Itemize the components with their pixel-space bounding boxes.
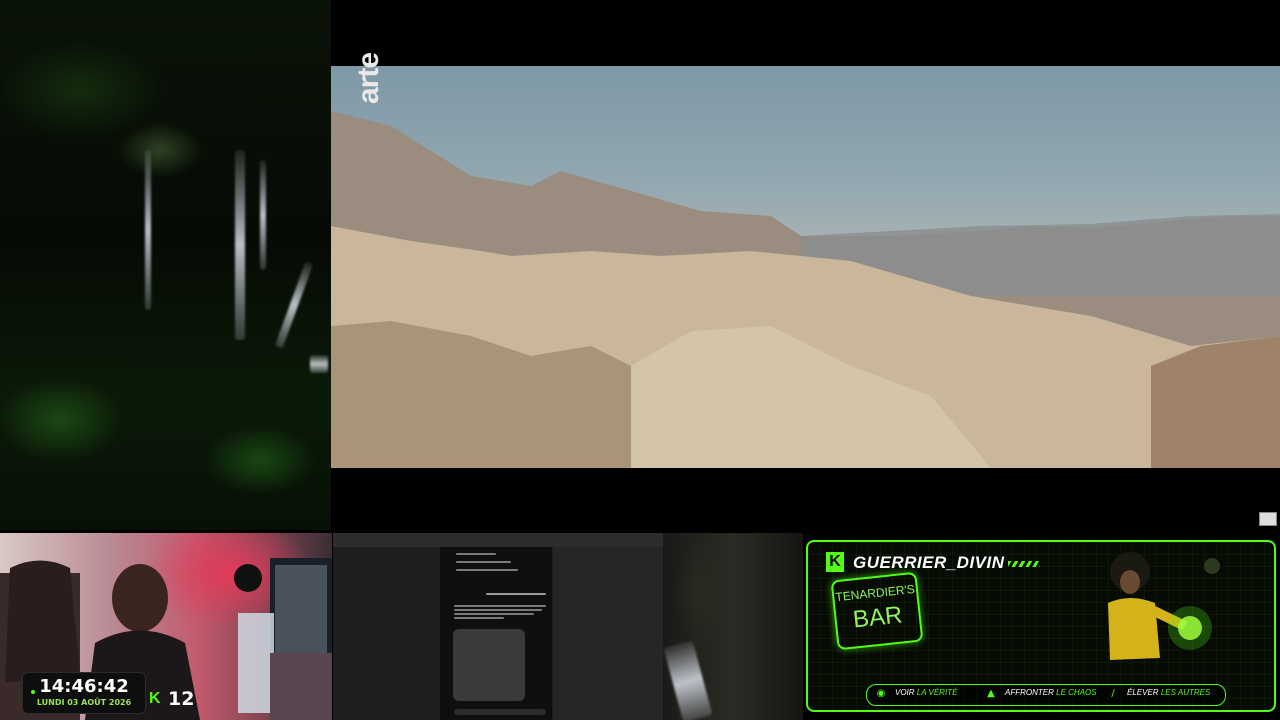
video-frame[interactable] [331, 66, 1280, 468]
waterfall-stream [260, 160, 266, 270]
cta-voir: VOIR LA VÉRITÉ [895, 688, 957, 697]
chat-text-line [456, 553, 496, 555]
waterfall-stream [274, 261, 314, 349]
cta-bar: ◉ VOIR LA VÉRITÉ ▲ AFFRONTER LE CHAOS / … [866, 684, 1226, 706]
bar-sign-line2: BAR [851, 601, 904, 634]
corner-badge-icon [1259, 512, 1277, 526]
waterfall-splash [310, 355, 328, 373]
channel-logo: arte [352, 52, 385, 104]
character-illustration [1108, 552, 1220, 660]
cta-elever: ÉLEVER LES AUTRES [1127, 688, 1210, 697]
desert-canyon-scene [331, 111, 1280, 468]
clock-widget: 14:46:42 LUNDI 03 AOÛT 2026 [22, 672, 146, 714]
chat-input [454, 709, 546, 715]
waterfall-stream [145, 150, 151, 310]
ambient-waterfall-video [0, 0, 331, 530]
neon-bar-sign: TENARDIER'S BAR [830, 571, 924, 651]
cta-voir-highlight: LA VÉRITÉ [916, 688, 958, 697]
kick-viewers-icon: K [149, 690, 161, 707]
decorative-stripes [1008, 561, 1040, 567]
cta-elever-highlight: LES AUTRES [1160, 688, 1211, 697]
cta-affronter-prefix: AFFRONTER [1005, 688, 1054, 697]
flame-icon: ▲ [987, 688, 995, 699]
feather-icon: / [1111, 688, 1115, 699]
kick-logo: K [826, 552, 844, 572]
cta-affronter-highlight: LE CHAOS [1056, 688, 1097, 697]
chat-text-line [454, 605, 546, 607]
viewer-count: 12 [168, 688, 195, 710]
chat-text-line [486, 593, 546, 595]
chat-text-line [454, 609, 542, 611]
chat-image-placeholder [453, 629, 525, 701]
waterfall-stream [235, 150, 245, 340]
waterfall-stream [663, 640, 713, 720]
chat-text-line [456, 561, 511, 563]
browser-tab-bar [333, 533, 663, 547]
streamer-name: GUERRIER_DIVIN [853, 553, 1005, 572]
eye-icon: ◉ [876, 688, 886, 699]
cta-voir-prefix: VOIR [895, 688, 915, 697]
chat-text-line [454, 617, 504, 619]
chat-text-line [456, 569, 518, 571]
editor-panel [553, 547, 663, 720]
clock-time: 14:46:42 [39, 676, 129, 697]
cta-elever-prefix: ÉLEVER [1127, 688, 1159, 697]
chat-text-line [454, 613, 534, 615]
clock-date: LUNDI 03 AOÛT 2026 [36, 698, 132, 707]
ambient-waterfall-video-2 [663, 533, 803, 720]
cta-affronter: AFFRONTER LE CHAOS [1005, 688, 1097, 697]
